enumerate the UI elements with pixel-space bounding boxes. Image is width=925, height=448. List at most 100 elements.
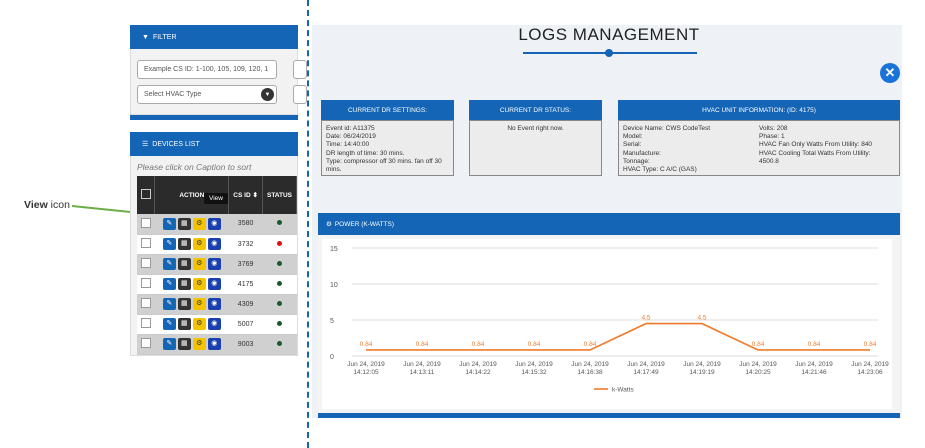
- settings-icon[interactable]: ⚙: [192, 278, 206, 290]
- settings-icon[interactable]: ⚙: [192, 217, 206, 230]
- table-row[interactable]: ✎ ▦ ⚙ ◉ 5007: [137, 314, 297, 335]
- table-row[interactable]: ✎ ▦ ⚙ ◉ 9003: [137, 334, 297, 355]
- filter-body: Example CS ID: 1-100, 105, 109, 120, 1 S…: [130, 49, 307, 115]
- x-tick-label: 14:13:11: [410, 369, 435, 376]
- x-tick-label: Jun 24, 2019: [851, 361, 889, 368]
- settings-icon[interactable]: ⚙: [192, 338, 206, 350]
- row-checkbox[interactable]: [140, 238, 151, 248]
- status-dot-icon: [277, 320, 283, 326]
- view-icon[interactable]: ◉: [207, 258, 221, 270]
- view-icon[interactable]: ◉: [207, 338, 221, 350]
- hvac-line: Manufacture:: [623, 149, 661, 157]
- hvac-type-select[interactable]: Select HVAC Type ▼: [137, 85, 277, 104]
- view-icon[interactable]: ◉: [207, 278, 221, 290]
- filter-header[interactable]: ▼ FILTER: [130, 25, 298, 49]
- status-dot-icon: [277, 300, 283, 306]
- csid-header[interactable]: CS ID ⬍: [228, 176, 264, 214]
- filter-title: FILTER: [152, 33, 177, 41]
- page-divider: [307, 0, 309, 448]
- view-icon[interactable]: ◉: [207, 238, 221, 250]
- calendar-icon[interactable]: ▦: [177, 318, 191, 330]
- power-header[interactable]: ⚙ POWER (K-WATTS): [318, 213, 900, 235]
- edit-icon[interactable]: ✎: [162, 298, 176, 310]
- data-label: 0.84: [472, 341, 485, 348]
- settings-icon[interactable]: ⚙: [192, 298, 206, 310]
- row-status: [262, 294, 297, 315]
- hvac-line: 4500.8: [759, 157, 779, 165]
- row-status: [262, 214, 297, 235]
- view-icon[interactable]: ◉: [207, 318, 221, 330]
- dr-status-header: CURRENT DR STATUS:: [469, 100, 602, 120]
- status-dot-icon: [277, 280, 283, 286]
- settings-icon[interactable]: ⚙: [192, 318, 206, 330]
- hvac-type-select-2[interactable]: [293, 85, 307, 104]
- row-checkbox[interactable]: [140, 258, 151, 268]
- table-row[interactable]: ✎ ▦ ⚙ ◉ 3580: [137, 214, 297, 235]
- devices-header[interactable]: ☰ DEVICES LIST: [130, 132, 298, 156]
- calendar-icon[interactable]: ▦: [177, 238, 191, 250]
- calendar-icon[interactable]: ▦: [177, 278, 191, 290]
- table-row[interactable]: ✎ ▦ ⚙ ◉ 4175: [137, 274, 297, 295]
- hvac-line: Serial:: [623, 141, 642, 149]
- calendar-icon[interactable]: ▦: [177, 258, 191, 270]
- x-tick-label: Jun 24, 2019: [459, 361, 497, 368]
- row-status: [262, 234, 297, 255]
- row-csid: 5007: [228, 314, 263, 335]
- table-row[interactable]: ✎ ▦ ⚙ ◉ 4309: [137, 294, 297, 315]
- row-actions: ✎ ▦ ⚙ ◉: [154, 274, 229, 295]
- row-checkbox[interactable]: [140, 318, 151, 328]
- dr-line: DR length of time: 30 mins.: [326, 149, 405, 157]
- edit-icon[interactable]: ✎: [162, 258, 176, 270]
- power-title: POWER (K-WATTS): [334, 220, 395, 228]
- view-icon[interactable]: ◉: [207, 298, 221, 310]
- row-checkbox[interactable]: [140, 298, 151, 308]
- status-header[interactable]: STATUS: [262, 176, 297, 214]
- y-tick-label: 0: [330, 354, 334, 361]
- dr-status-body: No Event right now.: [469, 120, 602, 176]
- edit-icon[interactable]: ✎: [162, 338, 176, 350]
- edit-icon[interactable]: ✎: [162, 278, 176, 290]
- close-icon[interactable]: ✕: [880, 63, 900, 83]
- edit-icon[interactable]: ✎: [162, 217, 176, 230]
- data-label: 0.84: [528, 341, 541, 348]
- dr-line: Time: 14:40:00: [326, 141, 370, 149]
- hvac-info-header: HVAC UNIT INFORMATION: (ID: 4175): [618, 100, 900, 120]
- x-tick-label: 14:12:05: [353, 369, 379, 376]
- x-tick-label: Jun 24, 2019: [571, 361, 609, 368]
- series-line: [366, 322, 870, 351]
- row-select-cell: [137, 214, 155, 235]
- x-tick-label: Jun 24, 2019: [515, 361, 553, 368]
- row-checkbox[interactable]: [140, 338, 151, 348]
- row-checkbox[interactable]: [140, 217, 151, 228]
- edit-icon[interactable]: ✎: [162, 318, 176, 330]
- calendar-icon[interactable]: ▦: [177, 298, 191, 310]
- select-all-checkbox[interactable]: [140, 189, 151, 199]
- power-chart-box: 0 5 10 15 0.84 0.84 0.84 0.84 0.84 4.5 4.5 0.84 0.84…: [318, 235, 900, 413]
- edit-icon[interactable]: ✎: [162, 238, 176, 250]
- table-row[interactable]: ✎ ▦ ⚙ ◉ 3732: [137, 234, 297, 255]
- settings-icon[interactable]: ⚙: [192, 238, 206, 250]
- x-tick-label: Jun 24, 2019: [403, 361, 441, 368]
- row-csid: 3732: [228, 234, 263, 255]
- cs-id-placeholder: Example CS ID: 1-100, 105, 109, 120, 1: [144, 66, 269, 73]
- cs-id-input[interactable]: Example CS ID: 1-100, 105, 109, 120, 1: [137, 60, 277, 79]
- select-all-cell: [137, 176, 156, 214]
- table-row[interactable]: ✎ ▦ ⚙ ◉ 3769: [137, 254, 297, 275]
- row-actions: ✎ ▦ ⚙ ◉: [154, 314, 229, 335]
- row-csid: 4309: [228, 294, 263, 315]
- row-checkbox[interactable]: [140, 278, 151, 288]
- data-label: 4.5: [697, 315, 706, 322]
- view-icon[interactable]: ◉: [207, 217, 221, 230]
- y-tick-label: 15: [330, 246, 338, 253]
- left-panel: ▼ FILTER Example CS ID: 1-100, 105, 109,…: [130, 25, 307, 365]
- row-status: [262, 314, 297, 335]
- x-tick-label: 14:15:32: [521, 369, 547, 376]
- power-chart: 0 5 10 15 0.84 0.84 0.84 0.84 0.84 4.5 4.5 0.84 0.84…: [322, 239, 892, 409]
- settings-icon[interactable]: ⚙: [192, 258, 206, 270]
- x-tick-label: 14:17:49: [633, 369, 659, 376]
- row-actions: ✎ ▦ ⚙ ◉: [154, 214, 229, 235]
- cs-id-input-2[interactable]: [293, 60, 307, 79]
- calendar-icon[interactable]: ▦: [177, 217, 191, 230]
- data-label: 4.5: [641, 315, 650, 322]
- calendar-icon[interactable]: ▦: [177, 338, 191, 350]
